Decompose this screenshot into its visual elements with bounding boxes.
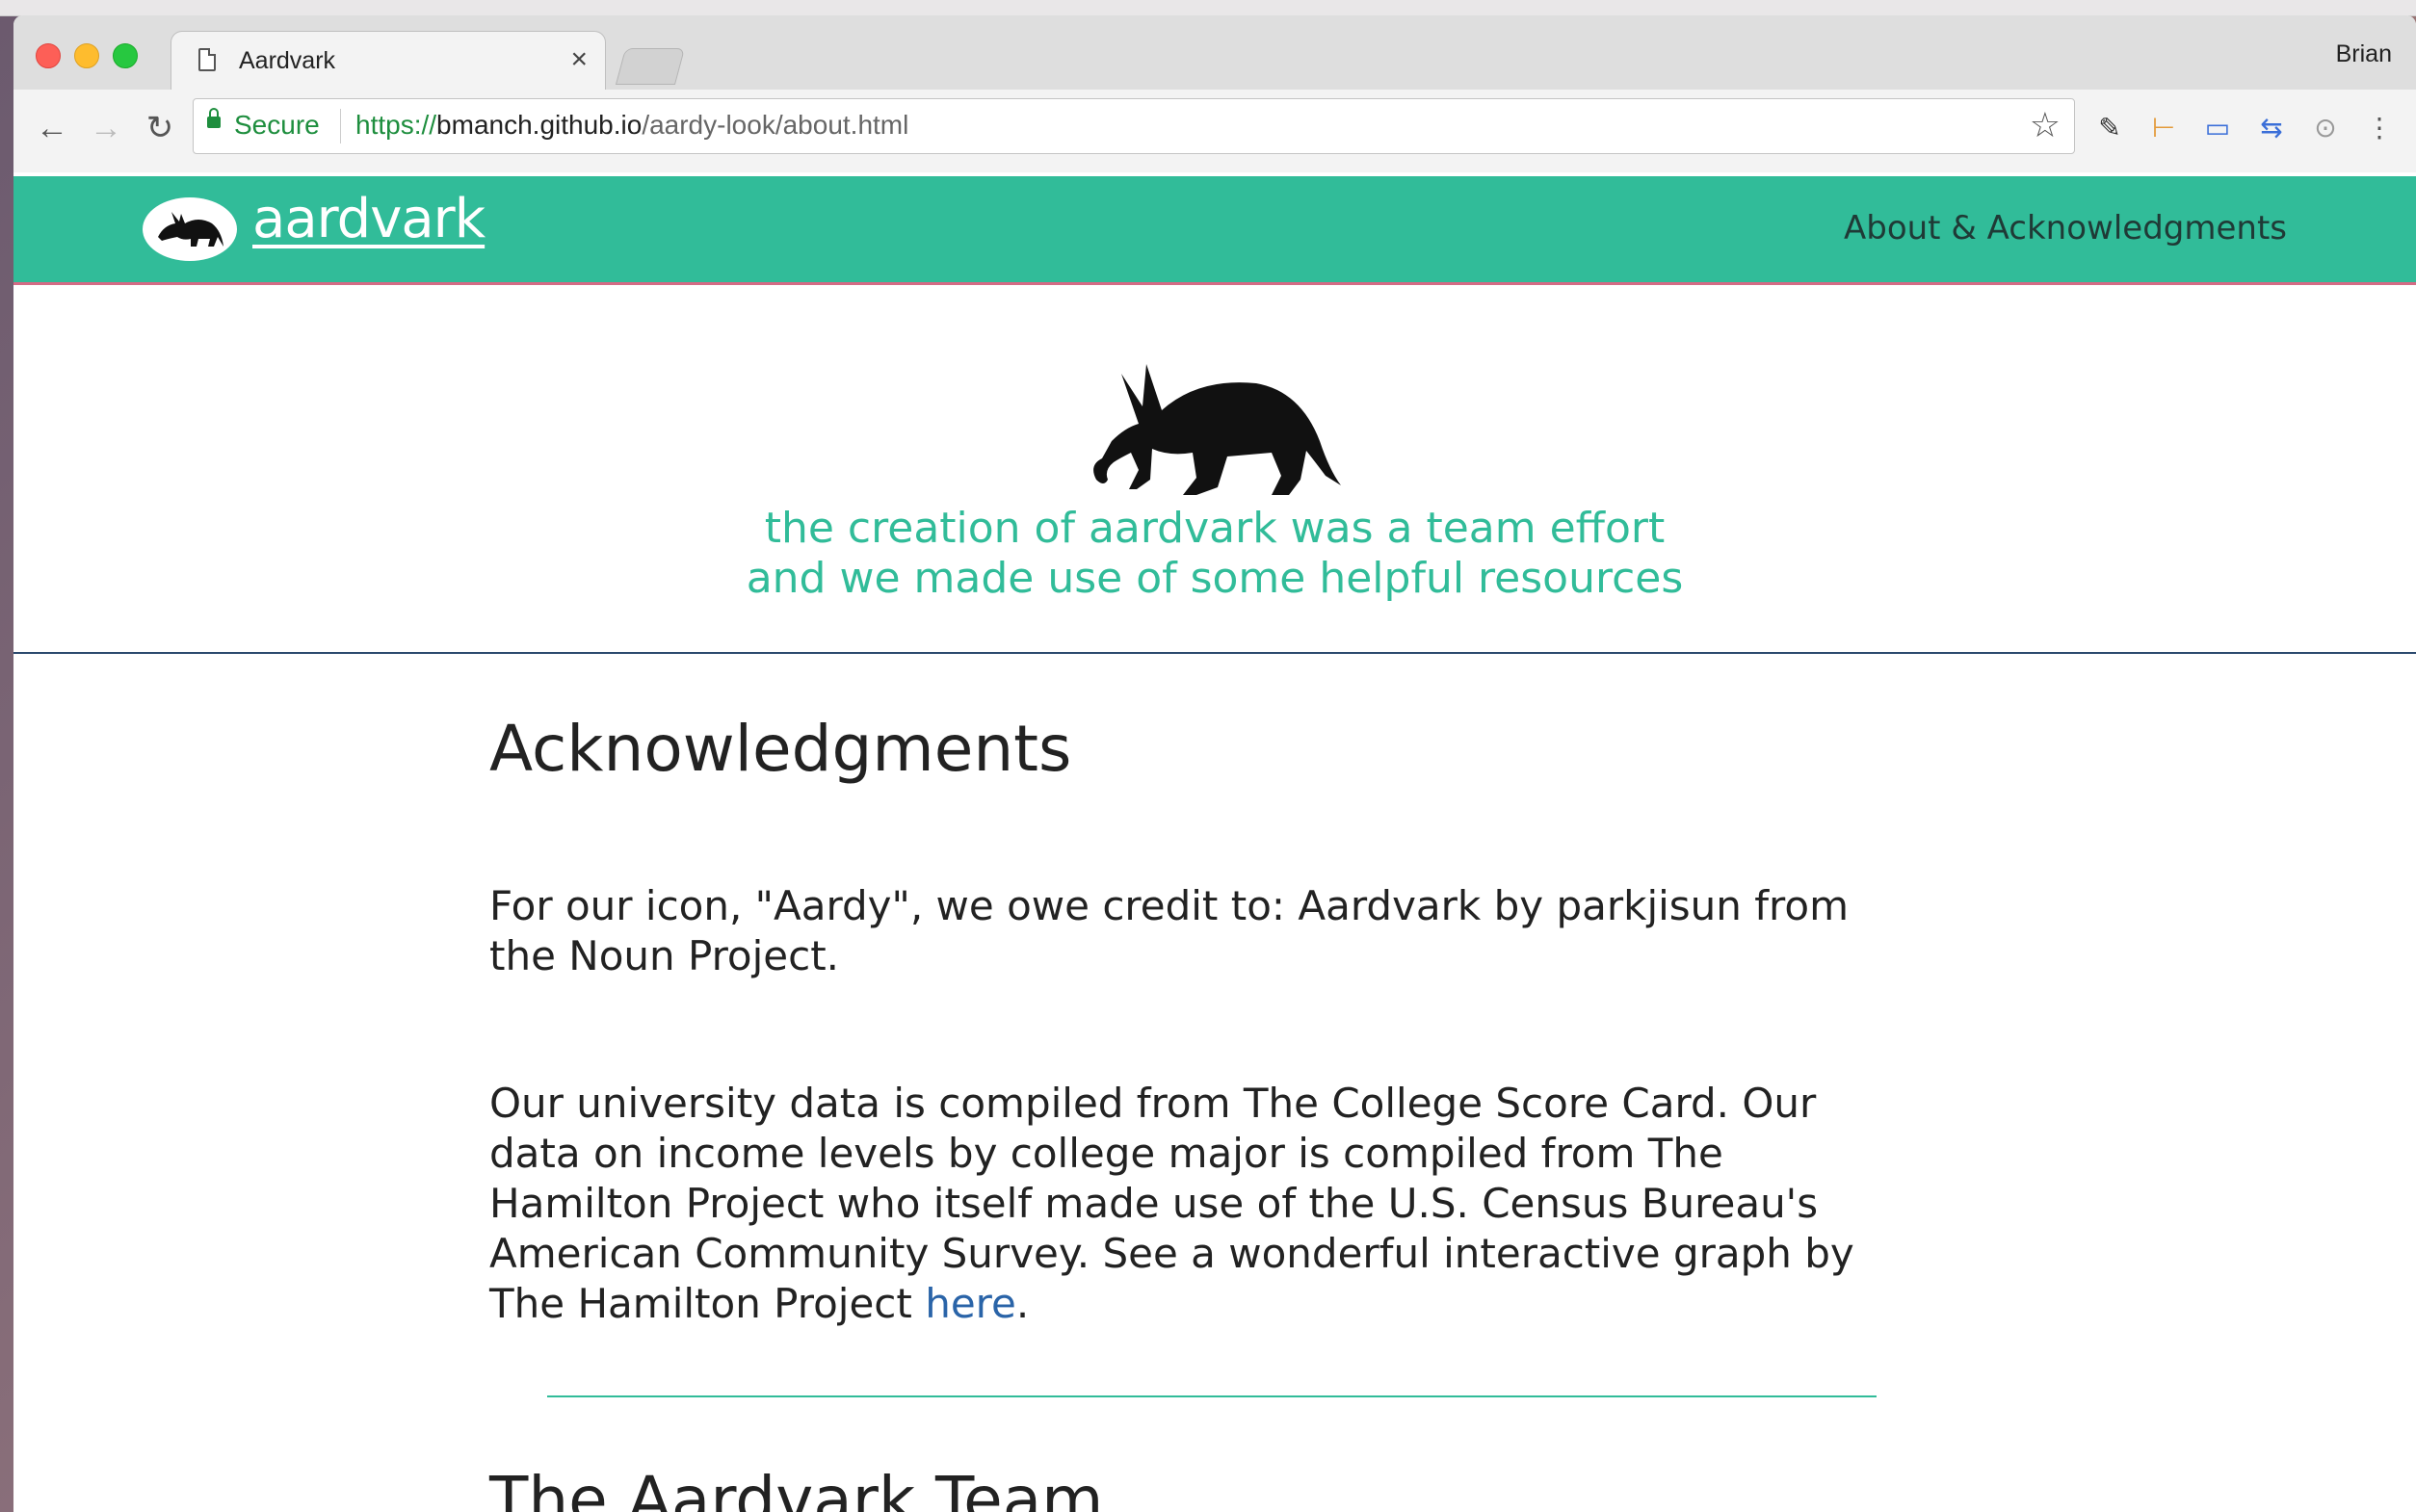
team-heading: The Aardvark Team	[489, 1463, 1104, 1512]
address-bar[interactable]: Secure https://bmanch.github.io/aardy-lo…	[193, 98, 2075, 154]
reload-icon[interactable]: ↻	[139, 107, 181, 149]
hero-divider	[13, 652, 2416, 654]
browser-window: Aardvark × Brian ← → ↻ Secure https://bm…	[13, 15, 2416, 1512]
hero-tagline-line1: the creation of aardvark was a team effo…	[764, 504, 1666, 553]
eyedropper-extension-icon[interactable]: ✎	[2092, 111, 2127, 145]
url-host: bmanch.github.io	[436, 110, 643, 140]
close-window-button[interactable]	[36, 43, 61, 68]
document-icon	[198, 48, 216, 71]
data-sources-paragraph: Our university data is compiled from The…	[489, 1079, 1915, 1329]
lock-icon	[207, 108, 221, 128]
omnibox-divider	[340, 109, 341, 143]
brand-name-link[interactable]: aardvark	[252, 188, 486, 250]
hamilton-graph-link[interactable]: here	[925, 1280, 1016, 1327]
url-scheme: https://	[355, 110, 437, 140]
aardvark-hero-icon	[1093, 364, 1341, 495]
profile-button[interactable]: Brian	[2336, 40, 2392, 68]
browser-titlebar: Aardvark × Brian	[13, 15, 2416, 91]
brand-logo[interactable]	[143, 197, 237, 261]
acknowledgments-heading: Acknowledgments	[489, 712, 1072, 786]
data-sources-end: .	[1015, 1280, 1030, 1327]
section-divider	[547, 1395, 1877, 1397]
ruler-extension-icon[interactable]: ⊢	[2146, 111, 2181, 145]
back-arrow-icon[interactable]: ←	[31, 107, 73, 149]
system-menubar	[0, 0, 2416, 16]
secure-label: Secure	[234, 110, 320, 140]
code-extension-icon[interactable]: ⊙	[2308, 111, 2343, 145]
minimize-window-button[interactable]	[74, 43, 99, 68]
bookmark-star-icon[interactable]: ☆	[2030, 105, 2061, 145]
data-sources-text: Our university data is compiled from The…	[489, 1080, 1854, 1327]
arrows-extension-icon[interactable]: ⇆	[2254, 111, 2289, 145]
url-path: /aardy-look/about.html	[642, 110, 909, 140]
web-page: aardvark About & Acknowledgments the cre…	[13, 172, 2416, 1512]
browser-toolbar: ← → ↻ Secure https://bmanch.github.io/aa…	[13, 90, 2416, 173]
screenshot-extension-icon[interactable]: ▭	[2200, 111, 2235, 145]
tab-close-icon[interactable]: ×	[570, 43, 588, 76]
tab-title: Aardvark	[239, 47, 336, 74]
nav-about-link[interactable]: About & Acknowledgments	[1844, 209, 2287, 248]
zoom-window-button[interactable]	[113, 43, 138, 68]
aardvark-logo-icon	[158, 212, 223, 247]
icon-credit-paragraph: For our icon, "Aardy", we owe credit to:…	[489, 882, 1849, 979]
site-navbar: aardvark About & Acknowledgments	[13, 176, 2416, 285]
hero-tagline-line2: and we made use of some helpful resource…	[746, 554, 1684, 603]
menu-kebab-icon[interactable]: ⋮	[2362, 111, 2397, 145]
forward-arrow-icon[interactable]: →	[85, 107, 127, 149]
url-text[interactable]: https://bmanch.github.io/aardy-look/abou…	[355, 110, 908, 141]
new-tab-button[interactable]	[615, 48, 686, 85]
browser-tab[interactable]: Aardvark ×	[171, 31, 606, 91]
